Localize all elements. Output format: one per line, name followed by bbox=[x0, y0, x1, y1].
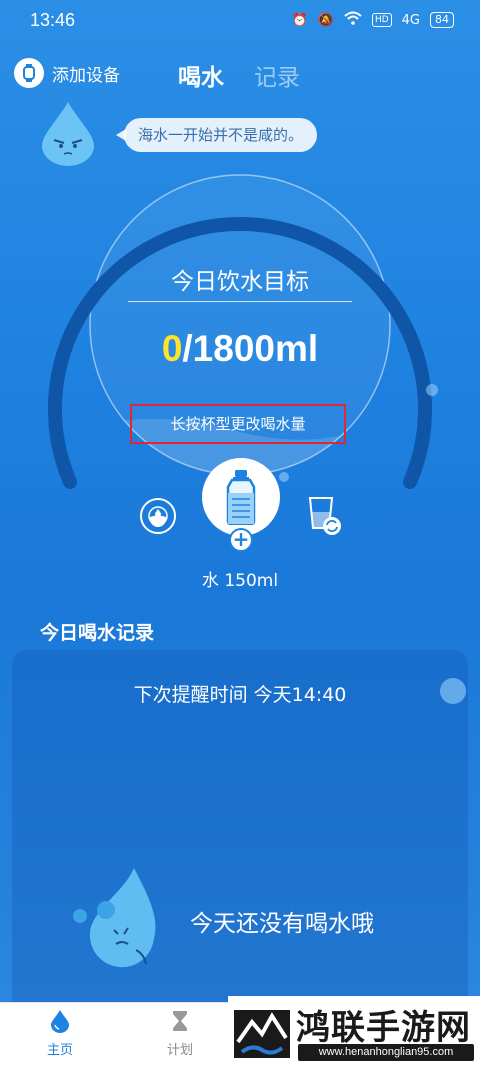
goal-value: 0/1800ml bbox=[0, 328, 480, 370]
goal-title: 今日饮水目标 bbox=[171, 269, 309, 295]
status-icons: ⏰ 🔕 HD 4G 84 bbox=[292, 11, 454, 29]
watermark-logo bbox=[234, 1010, 290, 1058]
water-drop-mascot bbox=[38, 100, 98, 172]
switch-cup-icon bbox=[308, 497, 341, 535]
nav-plan[interactable]: 计划 bbox=[150, 1009, 210, 1058]
add-device-label: 添加设备 bbox=[52, 65, 120, 86]
mute-icon: 🔕 bbox=[317, 12, 334, 28]
nav-plan-label: 计划 bbox=[166, 1043, 193, 1058]
watermark-title: 鸿联手游网 bbox=[296, 1008, 471, 1048]
alarm-icon: ⏰ bbox=[291, 12, 308, 28]
change-amount-hint: 长按杯型更改喝水量 bbox=[130, 404, 346, 444]
add-device-button[interactable]: 添加设备 bbox=[14, 58, 120, 88]
drink-level-button[interactable] bbox=[140, 498, 176, 534]
sad-drop-mascot bbox=[66, 864, 176, 978]
empty-records-text: 今天还没有喝水哦 bbox=[190, 911, 374, 937]
nav-home-label: 主页 bbox=[46, 1043, 73, 1058]
app-screen: 13:46 ⏰ 🔕 HD 4G 84 添加设备 喝水 记录 海水一开始并不是咸的… bbox=[0, 0, 480, 1002]
goal-target: /1800ml bbox=[182, 328, 319, 369]
status-bar: 13:46 ⏰ 🔕 HD 4G 84 bbox=[0, 0, 480, 42]
bubble-decoration bbox=[440, 678, 466, 704]
goal-divider bbox=[128, 301, 352, 302]
water-drop-icon bbox=[51, 1010, 69, 1033]
hourglass-icon bbox=[173, 1011, 187, 1031]
water-glass-icon bbox=[148, 506, 168, 527]
nav-home[interactable]: 主页 bbox=[30, 1009, 90, 1058]
signal-label: 4G bbox=[401, 12, 420, 28]
tip-bubble: 海水一开始并不是咸的。 bbox=[115, 118, 318, 152]
hd-badge: HD bbox=[371, 13, 392, 27]
watermark-url: www.henanhonglian95.com bbox=[298, 1044, 474, 1061]
goal-current: 0 bbox=[161, 328, 183, 369]
tab-records[interactable]: 记录 bbox=[254, 58, 300, 92]
smartwatch-icon bbox=[14, 58, 44, 88]
site-watermark: 鸿联手游网 www.henanhonglian95.com bbox=[228, 996, 480, 1067]
status-time: 13:46 bbox=[30, 10, 76, 30]
add-drink-button[interactable]: + bbox=[229, 528, 253, 552]
bottle-icon bbox=[226, 470, 256, 525]
wifi-icon bbox=[344, 11, 362, 29]
switch-cup-button[interactable] bbox=[304, 494, 344, 538]
records-title: 今日喝水记录 bbox=[40, 622, 155, 644]
tab-drink[interactable]: 喝水 bbox=[178, 58, 224, 92]
cup-bottle-button[interactable] bbox=[202, 458, 280, 536]
battery-indicator: 84 bbox=[430, 12, 454, 28]
next-reminder: 下次提醒时间 今天14:40 bbox=[133, 684, 347, 706]
cup-label: 水 150ml bbox=[201, 571, 279, 591]
